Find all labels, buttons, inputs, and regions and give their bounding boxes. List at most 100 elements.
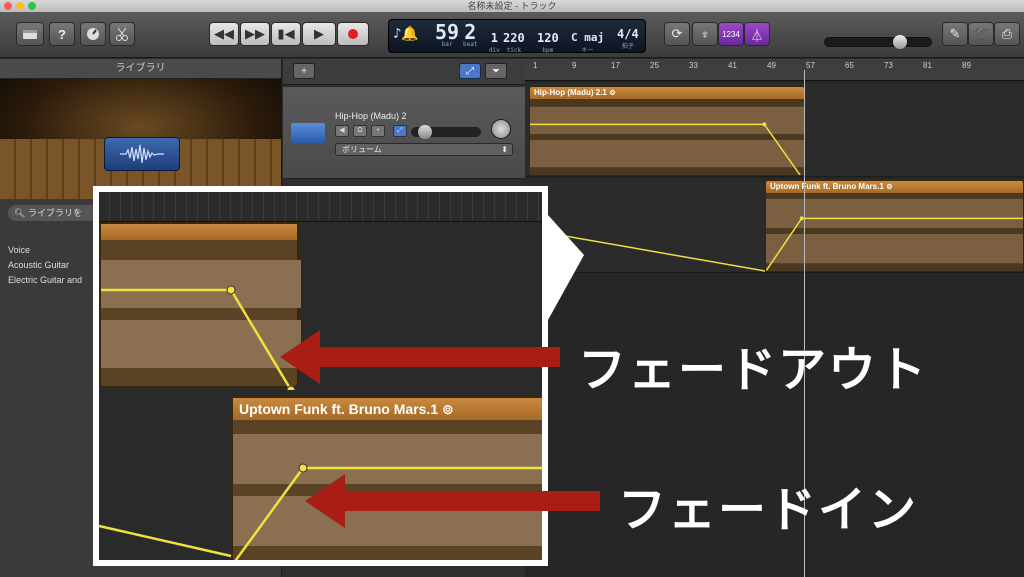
rewind-icon: ◀◀ [214,26,234,41]
loop-browser-button[interactable]: ➰ [968,22,994,46]
record-button[interactable] [337,22,369,46]
ruler-tick: 73 [884,61,893,70]
lcd-beat: 2 beat [463,20,478,48]
lcd-tempo: 120 bpm [537,31,559,54]
filter-icon: ⏷ [492,66,500,77]
library-title: ライブラリ [0,59,281,79]
record-icon [348,29,358,39]
fast-forward-button[interactable]: ▶▶ [240,22,270,46]
go-to-beginning-button[interactable]: ▮◀ [271,22,301,46]
garageband-window: 名称未設定 - トラック ? ◀◀ ▶▶ ▮◀ ▶ ♪🔔 59 bar 2 beat… [0,0,1024,577]
track-waveform-icon [291,123,325,143]
rewind-button[interactable]: ◀◀ [209,22,239,46]
fast-forward-icon: ▶▶ [245,26,265,41]
headphones-icon: Ω [357,127,363,134]
track-name: Hip-Hop (Madu) 2 [335,111,407,121]
library-list: Voice Acoustic Guitar Electric Guitar an… [8,243,82,288]
automation-icon: ⤢ [397,127,403,134]
cycle-icon: ⟳ [671,26,683,41]
scissors-icon [116,27,128,41]
pan-knob[interactable] [491,119,511,139]
skip-back-icon: ▮◀ [277,26,295,41]
automation-icon: ⤢ [466,66,474,77]
automation-parameter-value: ボリューム [342,145,382,154]
region-title: Hip-Hop (Madu) 2.1 ⊚ [530,87,804,99]
lcd-bar: 59 bar [435,20,460,48]
lcd-time-signature: 4/4 拍子 [617,27,639,50]
master-volume-knob[interactable] [892,35,907,49]
waveform-icon [120,144,164,164]
filter-button[interactable]: ⏷ [485,63,507,79]
ruler-tick: 81 [923,61,932,70]
editors-button[interactable] [109,22,135,46]
lcd-div: 1 div [489,31,500,54]
library-toggle-button[interactable] [16,22,44,46]
window-controls [4,2,36,10]
question-icon: ? [58,26,66,42]
lcd-tick: 220 tick [503,31,525,54]
knob-icon [87,28,99,40]
close-window-button[interactable] [4,2,12,10]
count-in-label: 1234 [722,29,740,39]
loop-icon: ⊚ [609,88,616,97]
loop-icon: ⊚ [886,182,893,191]
metronome-icon: ♪🔔 [393,26,419,42]
zoom-ruler [99,192,542,222]
ruler-tick: 9 [572,61,577,70]
track-automation-button[interactable]: ⤢ [393,125,407,137]
ruler-tick: 33 [689,61,698,70]
ruler-tick: 89 [962,61,971,70]
zoom-automation-line [99,524,232,558]
solo-button[interactable]: Ω [353,125,367,137]
automation-toggle-button[interactable]: ⤢ [459,63,481,79]
window-title: 名称未設定 - トラック [467,1,557,11]
zoom-window-button[interactable] [28,2,36,10]
metronome-icon: ⏃ [750,27,764,43]
library-item[interactable]: Electric Guitar and [8,273,82,288]
automation-parameter-select[interactable]: ボリューム ⬍ [335,143,513,156]
count-in-button[interactable]: 1234 [718,22,744,46]
zoom-region-title: Uptown Funk ft. Bruno Mars.1 ⊚ [233,398,542,420]
notepad-button[interactable]: ✎ [942,22,968,46]
ruler-tick: 25 [650,61,659,70]
track-volume-knob[interactable] [417,125,432,139]
help-button[interactable]: ? [49,22,75,46]
track-volume-slider[interactable] [411,125,481,139]
media-icon: ⎙ [1001,26,1013,41]
cycle-button[interactable]: ⟳ [664,22,690,46]
ruler-tick: 49 [767,61,776,70]
zoom-region-head [101,224,297,240]
search-icon: 🔍︎ [14,208,28,218]
toolbar: ? ◀◀ ▶▶ ▮◀ ▶ ♪🔔 59 bar 2 beat 1 div 220 tick… [0,12,1024,58]
media-browser-button[interactable]: ⎙ [994,22,1020,46]
ruler-tick: 57 [806,61,815,70]
library-item[interactable]: Acoustic Guitar [8,258,82,273]
lcd-display[interactable]: ♪🔔 59 bar 2 beat 1 div 220 tick 120 bpm C maj… [388,19,646,54]
minimize-window-button[interactable] [16,2,24,10]
instrument-stage [0,79,281,199]
smart-controls-button[interactable] [80,22,106,46]
play-icon: ▶ [314,26,324,41]
library-item[interactable]: Voice [8,243,82,258]
audio-instrument-icon [104,137,180,171]
mute-button[interactable]: ◀ [335,125,349,137]
zoom-waveform-fadeout [101,260,301,390]
ruler-tick: 41 [728,61,737,70]
add-track-button[interactable]: + [293,63,315,79]
library-search-placeholder: ライブラリを [27,208,82,218]
title-bar: 名称未設定 - トラック [0,0,1024,12]
waveform [530,106,804,175]
ruler[interactable]: 1 9 17 25 33 41 49 57 65 73 81 89 [525,59,1024,81]
fade-out-arrow [280,330,560,384]
track-header[interactable]: Hip-Hop (Madu) 2 ◀ Ω • ⤢ ボリューム ⬍ [283,87,525,179]
play-button[interactable]: ▶ [302,22,336,46]
tuner-button[interactable]: ♆ [692,22,718,46]
zoom-region-fadeout [99,222,301,390]
master-volume-slider[interactable] [824,35,932,49]
library-icon [23,30,37,39]
metronome-button[interactable]: ⏃ [744,22,770,46]
record-enable-button[interactable]: • [371,125,385,137]
tuning-fork-icon: ♆ [700,26,710,42]
audio-region-hiphop[interactable]: Hip-Hop (Madu) 2.1 ⊚ [529,86,805,176]
ruler-tick: 1 [533,61,538,70]
